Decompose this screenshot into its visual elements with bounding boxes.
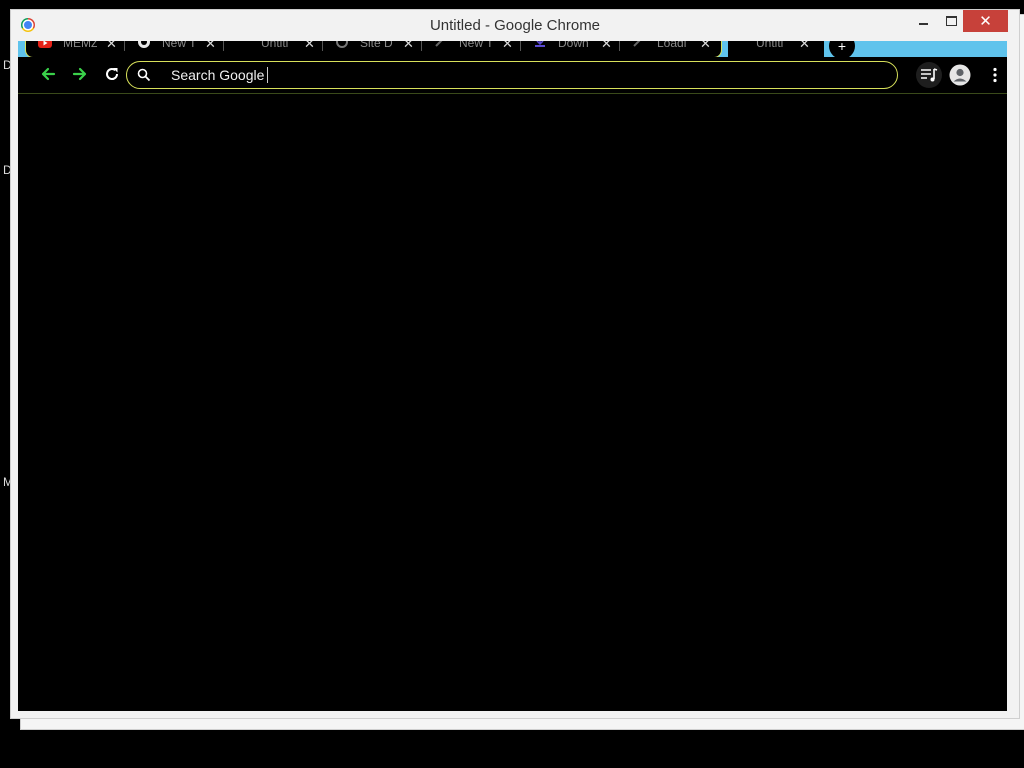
- tab-close-icon[interactable]: ✕: [601, 41, 612, 52]
- forward-button[interactable]: [68, 62, 92, 86]
- tab-title: Untitl: [756, 41, 784, 50]
- youtube-icon: [38, 41, 52, 48]
- window-title: Untitled - Google Chrome: [429, 17, 601, 34]
- forward-arrow-icon: [72, 67, 87, 81]
- tab-close-icon[interactable]: ✕: [799, 41, 810, 52]
- back-button[interactable]: [36, 62, 60, 86]
- tab-close-icon[interactable]: ✕: [205, 41, 216, 52]
- tab-group: MEMZ ✕ New T ✕ Untitl ✕ Site D ✕ New T ✕…: [25, 41, 722, 57]
- plus-icon: +: [837, 41, 847, 54]
- tab-strip: MEMZ ✕ New T ✕ Untitl ✕ Site D ✕ New T ✕…: [18, 41, 1007, 57]
- tab-active[interactable]: Untitl ✕: [728, 41, 824, 57]
- reload-button[interactable]: [100, 62, 124, 86]
- media-control-button[interactable]: [916, 62, 942, 88]
- more-vertical-icon: [993, 67, 997, 83]
- reload-icon: [106, 68, 119, 80]
- tab[interactable]: Site D ✕: [323, 41, 422, 57]
- playlist-music-icon: [921, 68, 938, 82]
- download-icon: [535, 41, 545, 47]
- tab[interactable]: Untitl ✕: [224, 41, 323, 57]
- avatar-icon: [949, 64, 971, 86]
- tab[interactable]: New T ✕: [422, 41, 521, 57]
- menu-button[interactable]: [982, 62, 1008, 88]
- tab-title: MEMZ: [63, 41, 97, 50]
- tab-title: New T: [162, 41, 196, 50]
- close-icon: ✕: [979, 13, 992, 30]
- tab-close-icon[interactable]: ✕: [700, 41, 711, 52]
- tab-close-icon[interactable]: ✕: [502, 41, 513, 52]
- tab-close-icon[interactable]: ✕: [304, 41, 315, 52]
- tab[interactable]: Loadi ✕: [620, 41, 719, 57]
- search-icon: [137, 68, 151, 82]
- link-icon: [633, 41, 641, 47]
- title-bar[interactable]: Untitled - Google Chrome ✕: [11, 10, 1019, 41]
- tab-title: Down: [558, 41, 589, 50]
- text-caret: [267, 67, 268, 83]
- page-content[interactable]: [18, 94, 1007, 711]
- omnibox-placeholder: Search Google: [171, 67, 265, 83]
- tab-title: New T: [459, 41, 493, 50]
- tab[interactable]: Down ✕: [521, 41, 620, 57]
- omnibox[interactable]: Search Google: [126, 61, 898, 89]
- minimize-icon: [918, 23, 928, 25]
- maximize-button[interactable]: [938, 10, 964, 32]
- toolbar: Search Google: [18, 57, 1007, 94]
- browser-window: Untitled - Google Chrome ✕ MEMZ ✕ New T …: [10, 9, 1020, 719]
- profile-button[interactable]: [947, 62, 973, 88]
- tab-close-icon[interactable]: ✕: [106, 41, 117, 52]
- tab-title: Untitl: [261, 41, 289, 50]
- back-arrow-icon: [41, 67, 56, 81]
- globe-icon: [336, 41, 348, 48]
- github-icon: [138, 41, 150, 48]
- minimize-button[interactable]: [910, 10, 936, 32]
- maximize-icon: [945, 16, 957, 26]
- close-window-button[interactable]: ✕: [963, 10, 1008, 32]
- tab-title: Loadi: [657, 41, 687, 50]
- tab-close-icon[interactable]: ✕: [403, 41, 414, 52]
- tab-title: Site D: [360, 41, 393, 50]
- new-tab-button[interactable]: +: [829, 41, 855, 57]
- tab[interactable]: MEMZ ✕: [26, 41, 125, 57]
- link-icon: [435, 41, 443, 47]
- tab[interactable]: New T ✕: [125, 41, 224, 57]
